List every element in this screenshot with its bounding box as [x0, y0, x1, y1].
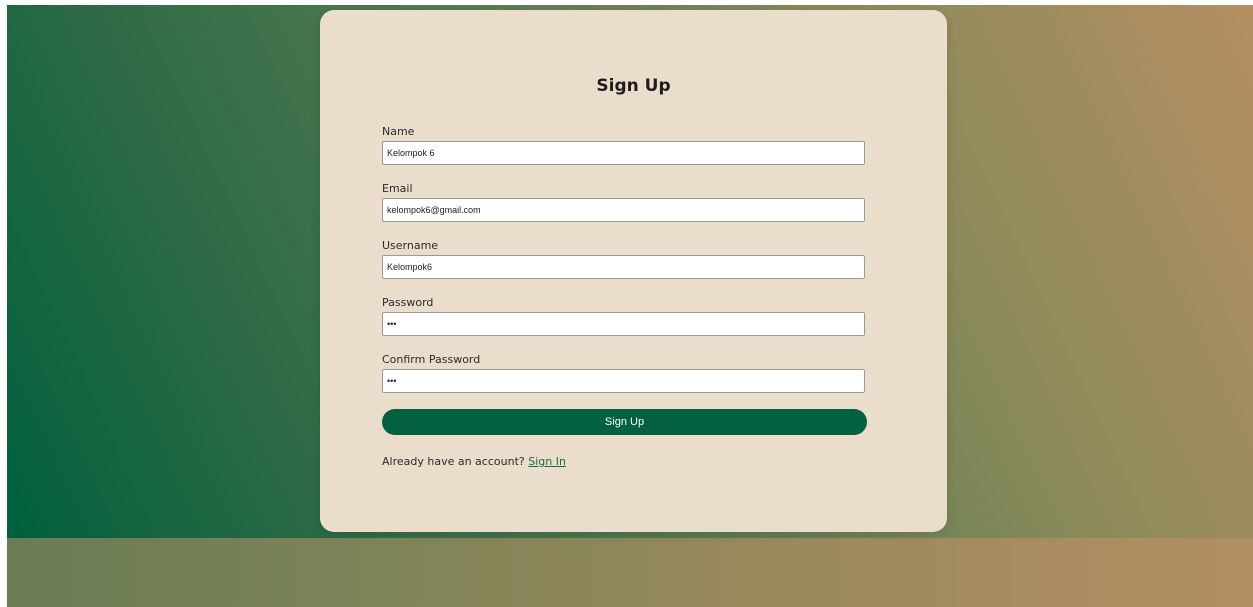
confirm-password-input[interactable]: [382, 369, 865, 393]
name-label: Name: [382, 125, 415, 138]
signin-prompt-text: Already have an account?: [382, 455, 525, 468]
password-input[interactable]: [382, 312, 865, 336]
signup-card: Sign Up Name Email Username Password Con…: [320, 10, 947, 532]
username-label: Username: [382, 239, 439, 252]
footer-band: [7, 538, 1253, 607]
page-viewport: Sign Up Name Email Username Password Con…: [7, 5, 1253, 607]
form-title: Sign Up: [596, 76, 671, 96]
password-label: Password: [382, 296, 434, 309]
signin-link[interactable]: Sign In: [528, 455, 566, 468]
confirm-password-label: Confirm Password: [382, 353, 481, 366]
name-input[interactable]: [382, 141, 865, 165]
username-input[interactable]: [382, 255, 865, 279]
email-label: Email: [382, 182, 413, 195]
signup-button[interactable]: Sign Up: [382, 409, 867, 435]
signin-prompt-row: Already have an account? Sign In: [382, 455, 566, 468]
email-input[interactable]: [382, 198, 865, 222]
